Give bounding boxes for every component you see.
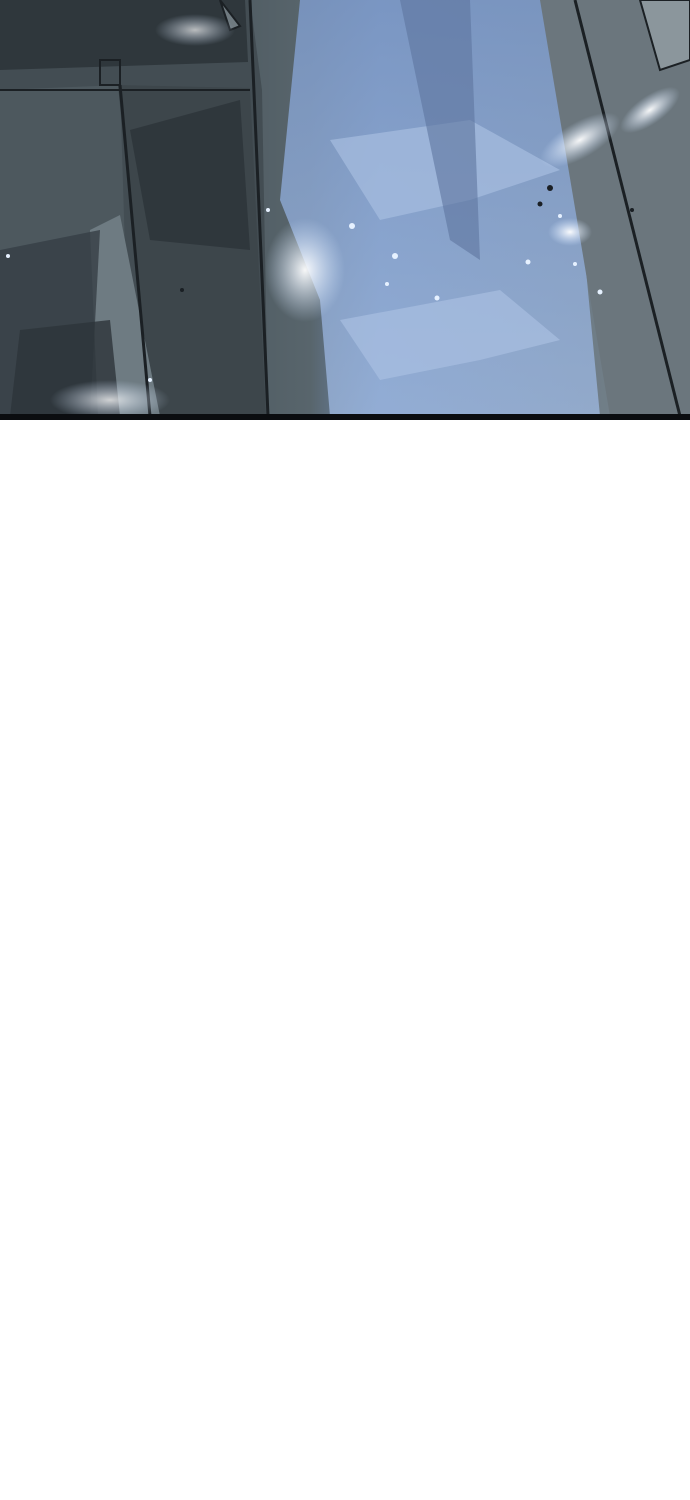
webtoon-page [0,0,690,1500]
figure-legs [0,0,270,416]
panel-artwork [0,0,690,416]
comic-panel [0,0,690,416]
blank-gutter [0,420,690,1500]
